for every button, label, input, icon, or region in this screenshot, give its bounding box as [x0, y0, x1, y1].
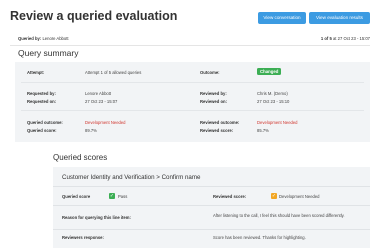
- query-summary-panel: Attempt: Attempt 1 of 5 allowed queries …: [15, 62, 370, 142]
- queried-score-value: 89.7%: [85, 128, 97, 133]
- divider: [53, 229, 370, 230]
- view-evaluation-results-button[interactable]: View evaluation results: [309, 12, 370, 24]
- requested-on-value: 27 Oct 23 - 15:07: [85, 99, 118, 104]
- view-conversation-button[interactable]: View conversation: [258, 12, 306, 24]
- attempt-label: Attempt:: [27, 70, 45, 75]
- divider: [53, 205, 370, 206]
- queried-scores-heading: Queried scores: [53, 153, 108, 162]
- queried-scores-panel: Customer Identity and Verification > Con…: [53, 167, 370, 248]
- requested-on-label: Requested on:: [27, 99, 57, 104]
- reviewed-by-value: Chris M. (Demo): [257, 91, 288, 96]
- reason-value: After listening to the call, I feel this…: [213, 213, 345, 218]
- outcome-label: Outcome:: [200, 70, 220, 75]
- queried-score-value: Pass: [118, 194, 128, 199]
- page-count: 1 of 5: [320, 36, 332, 41]
- response-label: Reviewers response:: [62, 235, 104, 240]
- page-info: 1 of 5 at 27 Oct 23 - 15:07: [321, 36, 370, 41]
- divider: [53, 186, 370, 187]
- requested-by-value: Lenore Abbott: [85, 91, 112, 96]
- reviewed-score-value: Development Needed: [279, 194, 320, 199]
- queried-by-label: Queried by:: [18, 36, 42, 41]
- development-needed-icon: ✓: [271, 193, 277, 199]
- queried-score-label: Queried score:: [27, 128, 57, 133]
- pass-check-icon: ✓: [109, 193, 115, 199]
- reviewed-score-label: Reviewed score:: [213, 194, 247, 199]
- queried-by-row: Queried by: Lenore Abbott: [18, 36, 69, 41]
- divider: [21, 110, 364, 111]
- queried-by-value: Lenore Abbott: [42, 36, 69, 41]
- reason-label: Reason for querying this line item:: [62, 215, 131, 220]
- queried-score-label: Queried score: [62, 194, 91, 199]
- queried-outcome-label: Queried outcome:: [27, 120, 63, 125]
- query-summary-heading: Query summary: [18, 48, 79, 58]
- page-date: at 27 Oct 23 - 15:07: [331, 36, 370, 41]
- line-item-title: Customer Identity and Verification > Con…: [62, 174, 201, 181]
- reviewed-outcome-value: Development Needed: [257, 120, 298, 125]
- outcome-badge: Changed: [257, 68, 282, 75]
- divider: [21, 82, 364, 83]
- divider: [10, 45, 370, 46]
- reviewed-score-label: Reviewed score:: [200, 128, 234, 133]
- reviewed-on-label: Reviewed on:: [200, 99, 227, 104]
- reviewed-score-value: 85.7%: [257, 128, 269, 133]
- reviewed-on-value: 27 Oct 23 - 15:10: [257, 99, 290, 104]
- response-value: Score has been reviewed. Thanks for high…: [213, 235, 306, 240]
- reviewed-by-label: Reviewed by:: [200, 91, 227, 96]
- queried-outcome-value: Development Needed: [85, 120, 126, 125]
- page-title: Review a queried evaluation: [10, 9, 178, 23]
- requested-by-label: Requested by:: [27, 91, 56, 96]
- attempt-value: Attempt 1 of 5 allowed queries: [85, 70, 142, 75]
- reviewed-outcome-label: Reviewed outcome:: [200, 120, 240, 125]
